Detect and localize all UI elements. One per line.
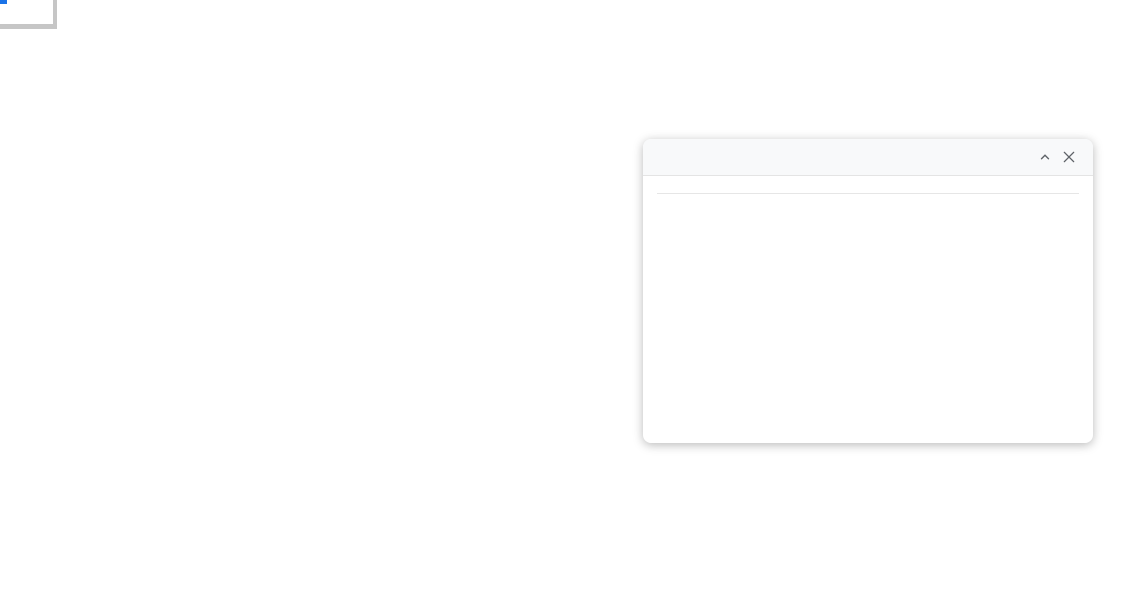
collapse-button[interactable] [1033, 145, 1057, 169]
help-popup-header [643, 139, 1093, 176]
function-help-popup [643, 139, 1093, 443]
chevron-up-icon [1038, 150, 1052, 164]
spreadsheet [0, 0, 1146, 605]
formula-editor[interactable] [0, 0, 7, 4]
close-icon [1061, 149, 1077, 165]
tooltip-caret [7, 0, 19, 8]
close-button[interactable] [1057, 145, 1081, 169]
popup-divider [657, 193, 1079, 194]
help-popup-body [643, 193, 1093, 235]
